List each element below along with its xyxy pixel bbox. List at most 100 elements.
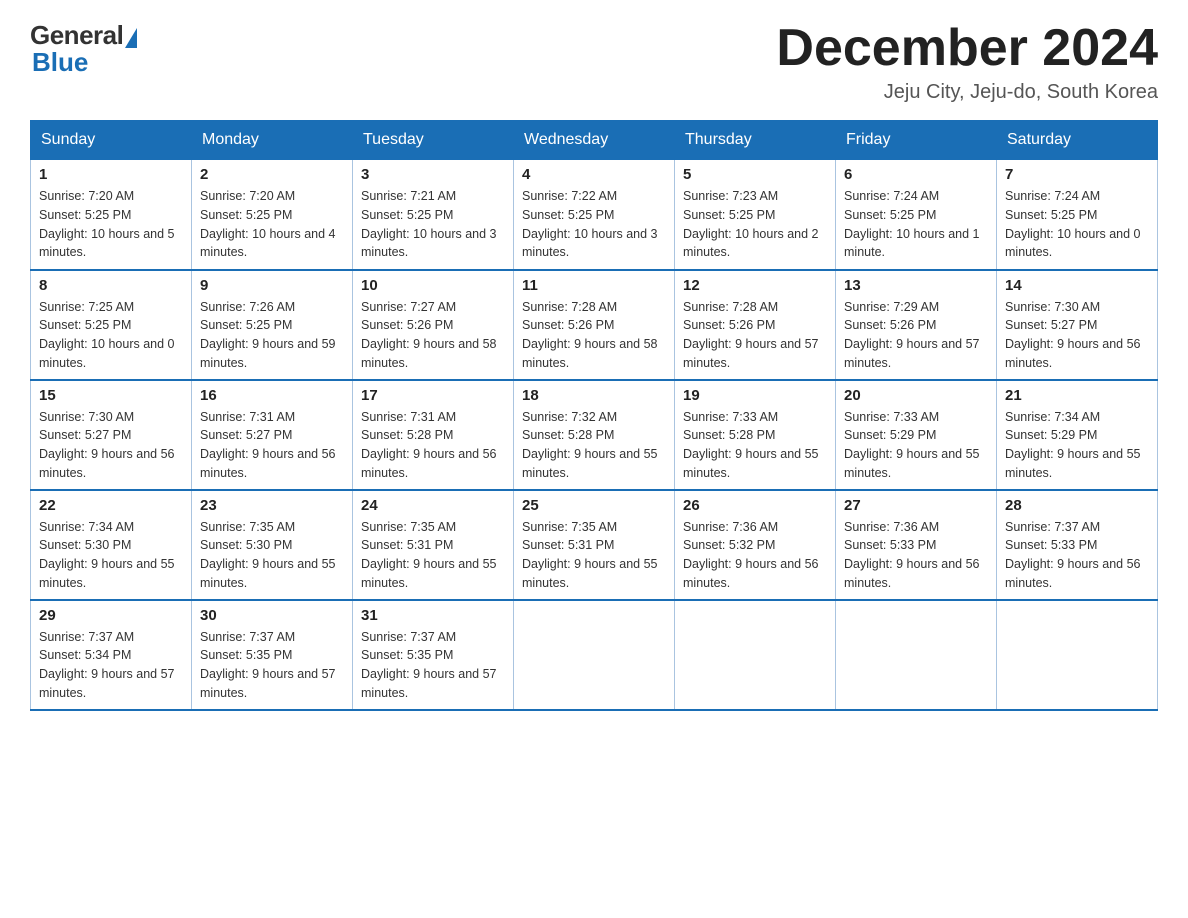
day-cell: 27 Sunrise: 7:36 AMSunset: 5:33 PMDaylig…	[836, 490, 997, 600]
day-cell: 13 Sunrise: 7:29 AMSunset: 5:26 PMDaylig…	[836, 270, 997, 380]
day-info: Sunrise: 7:25 AMSunset: 5:25 PMDaylight:…	[39, 298, 183, 373]
day-info: Sunrise: 7:35 AMSunset: 5:31 PMDaylight:…	[522, 518, 666, 593]
week-row-4: 22 Sunrise: 7:34 AMSunset: 5:30 PMDaylig…	[31, 490, 1158, 600]
week-row-3: 15 Sunrise: 7:30 AMSunset: 5:27 PMDaylig…	[31, 380, 1158, 490]
header-cell-tuesday: Tuesday	[353, 121, 514, 160]
day-cell: 5 Sunrise: 7:23 AMSunset: 5:25 PMDayligh…	[675, 160, 836, 270]
day-number: 30	[200, 607, 344, 624]
day-cell: 24 Sunrise: 7:35 AMSunset: 5:31 PMDaylig…	[353, 490, 514, 600]
day-number: 12	[683, 277, 827, 294]
header-cell-saturday: Saturday	[997, 121, 1158, 160]
day-number: 9	[200, 277, 344, 294]
day-number: 24	[361, 497, 505, 514]
day-number: 10	[361, 277, 505, 294]
day-cell: 9 Sunrise: 7:26 AMSunset: 5:25 PMDayligh…	[192, 270, 353, 380]
header-cell-wednesday: Wednesday	[514, 121, 675, 160]
day-info: Sunrise: 7:34 AMSunset: 5:30 PMDaylight:…	[39, 518, 183, 593]
day-cell	[675, 600, 836, 710]
day-info: Sunrise: 7:33 AMSunset: 5:29 PMDaylight:…	[844, 408, 988, 483]
location-subtitle: Jeju City, Jeju-do, South Korea	[776, 81, 1158, 104]
day-number: 14	[1005, 277, 1149, 294]
day-info: Sunrise: 7:36 AMSunset: 5:32 PMDaylight:…	[683, 518, 827, 593]
day-info: Sunrise: 7:21 AMSunset: 5:25 PMDaylight:…	[361, 187, 505, 262]
week-row-2: 8 Sunrise: 7:25 AMSunset: 5:25 PMDayligh…	[31, 270, 1158, 380]
header-cell-monday: Monday	[192, 121, 353, 160]
day-number: 21	[1005, 387, 1149, 404]
day-number: 22	[39, 497, 183, 514]
week-row-1: 1 Sunrise: 7:20 AMSunset: 5:25 PMDayligh…	[31, 160, 1158, 270]
day-number: 2	[200, 166, 344, 183]
day-info: Sunrise: 7:37 AMSunset: 5:33 PMDaylight:…	[1005, 518, 1149, 593]
day-cell: 10 Sunrise: 7:27 AMSunset: 5:26 PMDaylig…	[353, 270, 514, 380]
day-cell: 1 Sunrise: 7:20 AMSunset: 5:25 PMDayligh…	[31, 160, 192, 270]
day-number: 27	[844, 497, 988, 514]
day-info: Sunrise: 7:20 AMSunset: 5:25 PMDaylight:…	[200, 187, 344, 262]
calendar-table: SundayMondayTuesdayWednesdayThursdayFrid…	[30, 120, 1158, 711]
day-number: 4	[522, 166, 666, 183]
day-number: 20	[844, 387, 988, 404]
day-number: 28	[1005, 497, 1149, 514]
day-number: 29	[39, 607, 183, 624]
day-number: 23	[200, 497, 344, 514]
day-cell	[836, 600, 997, 710]
day-info: Sunrise: 7:35 AMSunset: 5:31 PMDaylight:…	[361, 518, 505, 593]
day-cell: 17 Sunrise: 7:31 AMSunset: 5:28 PMDaylig…	[353, 380, 514, 490]
logo: General Blue	[30, 20, 137, 78]
day-info: Sunrise: 7:26 AMSunset: 5:25 PMDaylight:…	[200, 298, 344, 373]
calendar-header: SundayMondayTuesdayWednesdayThursdayFrid…	[31, 121, 1158, 160]
day-number: 7	[1005, 166, 1149, 183]
day-number: 18	[522, 387, 666, 404]
day-info: Sunrise: 7:32 AMSunset: 5:28 PMDaylight:…	[522, 408, 666, 483]
day-number: 25	[522, 497, 666, 514]
day-cell	[997, 600, 1158, 710]
day-cell: 19 Sunrise: 7:33 AMSunset: 5:28 PMDaylig…	[675, 380, 836, 490]
page-header: General Blue December 2024 Jeju City, Je…	[30, 20, 1158, 104]
day-number: 26	[683, 497, 827, 514]
day-info: Sunrise: 7:20 AMSunset: 5:25 PMDaylight:…	[39, 187, 183, 262]
day-cell: 28 Sunrise: 7:37 AMSunset: 5:33 PMDaylig…	[997, 490, 1158, 600]
day-cell: 14 Sunrise: 7:30 AMSunset: 5:27 PMDaylig…	[997, 270, 1158, 380]
day-number: 16	[200, 387, 344, 404]
day-number: 5	[683, 166, 827, 183]
header-row: SundayMondayTuesdayWednesdayThursdayFrid…	[31, 121, 1158, 160]
day-info: Sunrise: 7:28 AMSunset: 5:26 PMDaylight:…	[683, 298, 827, 373]
day-cell: 3 Sunrise: 7:21 AMSunset: 5:25 PMDayligh…	[353, 160, 514, 270]
day-number: 15	[39, 387, 183, 404]
day-cell: 8 Sunrise: 7:25 AMSunset: 5:25 PMDayligh…	[31, 270, 192, 380]
day-info: Sunrise: 7:22 AMSunset: 5:25 PMDaylight:…	[522, 187, 666, 262]
day-info: Sunrise: 7:36 AMSunset: 5:33 PMDaylight:…	[844, 518, 988, 593]
day-info: Sunrise: 7:30 AMSunset: 5:27 PMDaylight:…	[1005, 298, 1149, 373]
day-cell: 31 Sunrise: 7:37 AMSunset: 5:35 PMDaylig…	[353, 600, 514, 710]
day-info: Sunrise: 7:28 AMSunset: 5:26 PMDaylight:…	[522, 298, 666, 373]
day-cell: 16 Sunrise: 7:31 AMSunset: 5:27 PMDaylig…	[192, 380, 353, 490]
calendar-body: 1 Sunrise: 7:20 AMSunset: 5:25 PMDayligh…	[31, 160, 1158, 710]
day-info: Sunrise: 7:37 AMSunset: 5:35 PMDaylight:…	[361, 628, 505, 703]
title-area: December 2024 Jeju City, Jeju-do, South …	[776, 20, 1158, 104]
day-cell: 25 Sunrise: 7:35 AMSunset: 5:31 PMDaylig…	[514, 490, 675, 600]
logo-triangle-icon	[125, 28, 137, 48]
day-number: 31	[361, 607, 505, 624]
day-info: Sunrise: 7:24 AMSunset: 5:25 PMDaylight:…	[844, 187, 988, 262]
day-cell: 22 Sunrise: 7:34 AMSunset: 5:30 PMDaylig…	[31, 490, 192, 600]
day-number: 19	[683, 387, 827, 404]
day-cell: 20 Sunrise: 7:33 AMSunset: 5:29 PMDaylig…	[836, 380, 997, 490]
day-number: 11	[522, 277, 666, 294]
day-cell: 30 Sunrise: 7:37 AMSunset: 5:35 PMDaylig…	[192, 600, 353, 710]
day-info: Sunrise: 7:31 AMSunset: 5:27 PMDaylight:…	[200, 408, 344, 483]
day-cell: 21 Sunrise: 7:34 AMSunset: 5:29 PMDaylig…	[997, 380, 1158, 490]
header-cell-friday: Friday	[836, 121, 997, 160]
header-cell-thursday: Thursday	[675, 121, 836, 160]
day-info: Sunrise: 7:31 AMSunset: 5:28 PMDaylight:…	[361, 408, 505, 483]
day-cell: 12 Sunrise: 7:28 AMSunset: 5:26 PMDaylig…	[675, 270, 836, 380]
logo-blue-text: Blue	[32, 47, 88, 78]
header-cell-sunday: Sunday	[31, 121, 192, 160]
day-cell	[514, 600, 675, 710]
day-cell: 26 Sunrise: 7:36 AMSunset: 5:32 PMDaylig…	[675, 490, 836, 600]
day-info: Sunrise: 7:33 AMSunset: 5:28 PMDaylight:…	[683, 408, 827, 483]
day-cell: 15 Sunrise: 7:30 AMSunset: 5:27 PMDaylig…	[31, 380, 192, 490]
day-number: 6	[844, 166, 988, 183]
day-info: Sunrise: 7:29 AMSunset: 5:26 PMDaylight:…	[844, 298, 988, 373]
day-info: Sunrise: 7:23 AMSunset: 5:25 PMDaylight:…	[683, 187, 827, 262]
day-number: 3	[361, 166, 505, 183]
month-title: December 2024	[776, 20, 1158, 77]
